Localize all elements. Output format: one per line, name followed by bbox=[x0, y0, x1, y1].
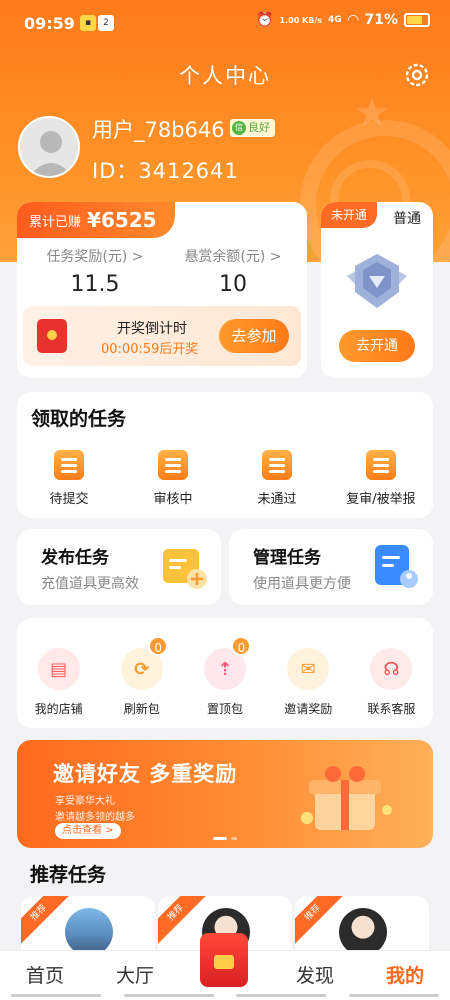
page-title: 个人中心 bbox=[179, 64, 271, 88]
tools-panel: ▤ 我的店铺 ⟳ 0 刷新包 ⇡ 0 置顶包 ✉ 邀请奖励 ☊ 联系客服 bbox=[17, 618, 433, 728]
task-thumbnail bbox=[65, 908, 113, 956]
settings-gear-icon[interactable] bbox=[402, 60, 432, 90]
open-vip-button[interactable]: 去开通 bbox=[339, 330, 415, 362]
currency-symbol: ¥ bbox=[87, 208, 101, 232]
service-icon: ☊ bbox=[370, 648, 413, 690]
banner-line2: 邀请越多领的越多 bbox=[55, 812, 135, 823]
bottom-tab-bar: 首页 大厅 发现 我的 bbox=[0, 933, 450, 1000]
invite-mail-icon: ✉ bbox=[287, 648, 330, 690]
bounty-balance-stat[interactable]: 悬赏余额(元) > 10 bbox=[163, 246, 303, 297]
recommend-card[interactable]: 推荐 bbox=[295, 896, 429, 956]
tab-home[interactable]: 首页 bbox=[0, 951, 90, 1000]
task-status-rejected[interactable]: 未通过 bbox=[225, 450, 329, 507]
task-status-reexamine[interactable]: 复审/被举报 bbox=[329, 450, 433, 507]
banner-line1: 享受豪华大礼 bbox=[55, 796, 115, 807]
credit-badge: 信 良好 bbox=[230, 119, 275, 137]
received-tasks-panel: 领取的任务 待提交 审核中 未通过 复审/被举报 bbox=[17, 392, 433, 518]
vip-status-tag: 未开通 bbox=[321, 202, 378, 228]
credit-icon: 信 bbox=[232, 121, 246, 135]
publish-task-card[interactable]: 发布任务 充值道具更高效 bbox=[17, 529, 221, 605]
decor-star-icon: ★ bbox=[354, 90, 390, 136]
task-thumbnail bbox=[339, 908, 387, 956]
earnings-card: 累计已赚 ¥6525 任务奖励(元) > 11.5 悬赏余额(元) > 10 开… bbox=[17, 202, 307, 378]
tool-refresh-pack[interactable]: ⟳ 0 刷新包 bbox=[100, 636, 183, 717]
banner-title: 邀请好友 多重奖励 bbox=[53, 762, 238, 786]
banner-pager bbox=[213, 837, 237, 840]
refresh-pack-count: 0 bbox=[148, 636, 169, 656]
task-status-label: 待提交 bbox=[49, 492, 89, 507]
task-reward-stat[interactable]: 任务奖励(元) > 11.5 bbox=[25, 246, 165, 297]
shop-icon: ▤ bbox=[37, 648, 80, 690]
lottery-countdown-box: 开奖倒计时 00:00:59后开奖 去参加 bbox=[23, 306, 301, 366]
avatar[interactable] bbox=[18, 116, 80, 178]
task-reward-label: 任务奖励(元) > bbox=[46, 249, 144, 265]
tool-label: 我的店铺 bbox=[34, 702, 83, 716]
credit-badge-label: 良好 bbox=[248, 121, 270, 134]
rejected-icon bbox=[262, 450, 292, 480]
tab-discover[interactable]: 发现 bbox=[270, 951, 360, 1000]
total-earned-tag: 累计已赚 ¥6525 bbox=[17, 202, 175, 238]
task-status-label: 审核中 bbox=[153, 492, 193, 507]
banner-view-button[interactable]: 点击查看 > bbox=[55, 823, 121, 839]
tool-customer-service[interactable]: ☊ 联系客服 bbox=[350, 648, 433, 717]
pin-top-pack-count: 0 bbox=[231, 636, 252, 656]
lottery-title: 开奖倒计时 bbox=[117, 321, 187, 337]
battery-percent: 71% bbox=[364, 12, 398, 28]
tab-mine[interactable]: 我的 bbox=[360, 951, 450, 1000]
system-nav-bar bbox=[0, 994, 450, 1000]
total-earned-value: 6525 bbox=[100, 208, 157, 232]
review-icon bbox=[158, 450, 188, 480]
manage-task-card[interactable]: 管理任务 使用道具更方便 bbox=[229, 529, 433, 605]
manage-task-subtitle: 使用道具更方便 bbox=[253, 576, 351, 592]
tool-label: 联系客服 bbox=[367, 702, 416, 716]
username: 用户_78b646 bbox=[92, 118, 225, 142]
gift-box-icon bbox=[301, 766, 392, 830]
vip-level: 普通 bbox=[393, 211, 421, 227]
publish-task-title: 发布任务 bbox=[41, 548, 109, 568]
tool-my-shop[interactable]: ▤ 我的店铺 bbox=[17, 648, 100, 717]
red-packet-icon bbox=[37, 319, 67, 353]
tool-label: 刷新包 bbox=[123, 702, 160, 716]
tool-pin-top-pack[interactable]: ⇡ 0 置顶包 bbox=[183, 636, 266, 717]
recommend-title: 推荐任务 bbox=[30, 864, 107, 886]
manage-task-title: 管理任务 bbox=[253, 548, 321, 568]
tab-red-packet[interactable] bbox=[180, 933, 270, 1000]
bounty-balance-value: 10 bbox=[219, 272, 247, 297]
alarm-icon: ⏰ bbox=[256, 12, 274, 28]
total-earned-label: 累计已赚 bbox=[29, 214, 82, 230]
notification-icon: ▪ bbox=[80, 15, 96, 31]
net-speed: 1.00 KB/s bbox=[279, 15, 323, 25]
notification-icon: 2 bbox=[98, 15, 114, 31]
recommend-card[interactable]: 推荐 bbox=[21, 896, 155, 956]
tool-label: 置顶包 bbox=[207, 702, 244, 716]
signal-icon: 4G bbox=[328, 15, 342, 25]
manage-document-icon bbox=[375, 545, 418, 588]
tool-label: 邀请奖励 bbox=[284, 702, 333, 716]
bounty-balance-label: 悬赏余额(元) > bbox=[184, 249, 282, 265]
reexamine-icon bbox=[366, 450, 396, 480]
task-status-reviewing[interactable]: 审核中 bbox=[121, 450, 225, 507]
publish-task-subtitle: 充值道具更高效 bbox=[41, 576, 139, 592]
tab-hall[interactable]: 大厅 bbox=[90, 951, 180, 1000]
red-packet-icon bbox=[200, 933, 248, 987]
status-right: ⏰ 1.00 KB/s 4G ◠ 71% bbox=[256, 12, 430, 28]
status-bar: 09:59 ▪ 2 ⏰ 1.00 KB/s 4G ◠ 71% bbox=[0, 0, 450, 44]
vip-diamond-emblem-icon bbox=[347, 254, 407, 308]
publish-folder-icon bbox=[163, 549, 207, 589]
wallet-icon bbox=[54, 450, 84, 480]
join-lottery-button[interactable]: 去参加 bbox=[219, 319, 289, 353]
wifi-icon: ◠ bbox=[347, 12, 359, 28]
task-status-label: 未通过 bbox=[257, 492, 297, 507]
user-id: ID：3412641 bbox=[92, 159, 239, 183]
task-status-label: 复审/被举报 bbox=[346, 492, 416, 507]
invite-banner[interactable]: 邀请好友 多重奖励 享受豪华大礼 邀请越多领的越多 点击查看 > bbox=[17, 740, 433, 848]
status-time: 09:59 bbox=[24, 14, 75, 33]
tool-invite-reward[interactable]: ✉ 邀请奖励 bbox=[267, 648, 350, 717]
lottery-countdown: 00:00:59后开奖 bbox=[101, 342, 199, 357]
vip-card: 未开通 普通 去开通 bbox=[321, 202, 433, 378]
task-reward-value: 11.5 bbox=[70, 272, 120, 297]
received-tasks-title: 领取的任务 bbox=[31, 408, 127, 430]
battery-icon bbox=[404, 13, 430, 27]
task-status-pending-submit[interactable]: 待提交 bbox=[17, 450, 121, 507]
